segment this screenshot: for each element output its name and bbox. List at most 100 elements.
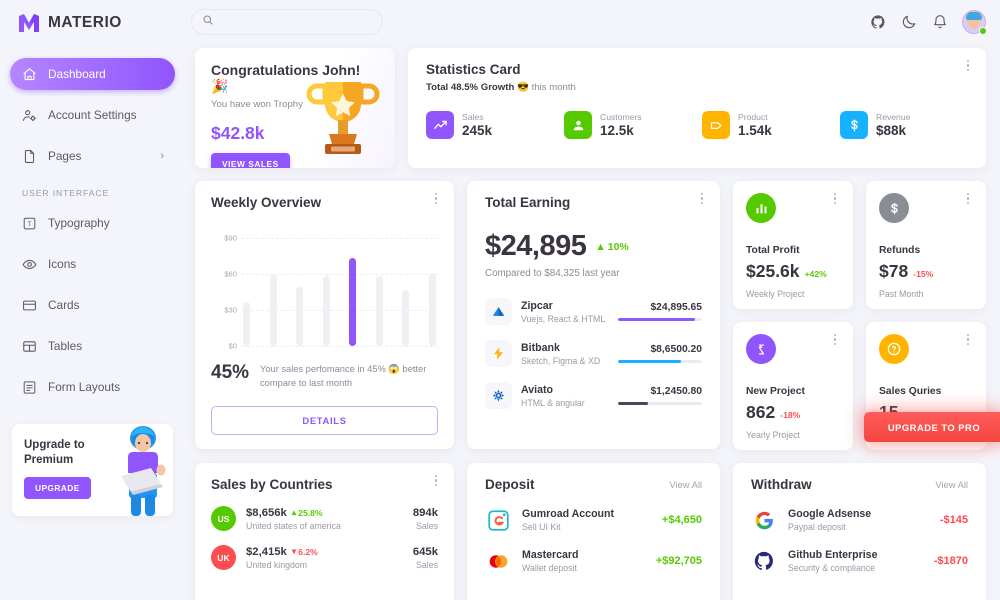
chart-bar[interactable] xyxy=(349,258,357,346)
new-project-menu[interactable] xyxy=(829,334,841,346)
row-top: Congratulations John! 🎉 You have won Tro… xyxy=(195,48,986,168)
country-delta: ▾ 6.2% xyxy=(292,546,318,557)
sidebar-item-icons[interactable]: Icons xyxy=(10,248,175,280)
total-earning-title: Total Earning xyxy=(485,195,571,210)
card-icon xyxy=(21,297,37,313)
search-input[interactable] xyxy=(220,16,372,28)
mini-value-row: $78 -15% xyxy=(879,261,973,282)
country-amount: $8,656k xyxy=(246,506,287,519)
country-sales: 894k Sales xyxy=(413,507,438,531)
person-icon xyxy=(564,111,592,139)
statistics-growth-text: Total 48.5% Growth xyxy=(426,82,515,93)
mastercard-icon xyxy=(485,548,511,574)
stat-label: Product xyxy=(738,112,768,122)
total-earning-list: Zipcar Vuejs, React & HTML $24,895.65 Bi… xyxy=(485,298,702,409)
bell-icon[interactable] xyxy=(931,13,949,31)
earning-amount: $8,6500.20 xyxy=(650,344,702,355)
sidebar-item-cards[interactable]: Cards xyxy=(10,289,175,321)
sales-queries-menu[interactable] xyxy=(962,334,974,346)
sidebar-item-dashboard[interactable]: Dashboard xyxy=(10,58,175,90)
country-sales-label: Sales xyxy=(415,559,438,570)
dollar-icon xyxy=(840,111,868,139)
total-profit-menu[interactable] xyxy=(829,193,841,205)
sidebar-item-label: Cards xyxy=(48,298,80,312)
sales-by-countries-card: Sales by Countries US $8,656k ▴ 25.8% Un… xyxy=(195,463,454,600)
sidebar-item-pages[interactable]: Pages › xyxy=(10,140,175,172)
chart-bar[interactable] xyxy=(375,276,383,346)
weekly-overview-card: Weekly Overview $0 $30 $60 $90 45% Your sal… xyxy=(195,181,454,449)
chart-bar[interactable] xyxy=(243,301,250,346)
details-button[interactable]: DETAILS xyxy=(211,405,438,435)
bar-chart-icon xyxy=(746,193,776,223)
girl-laptop-illustration xyxy=(113,424,171,516)
weekly-note: 45% Your sales perfomance in 45% 😱 bette… xyxy=(211,362,438,391)
weekly-overview-menu[interactable] xyxy=(430,193,442,205)
chevron-right-icon: › xyxy=(160,150,164,162)
deposit-amount: +$92,705 xyxy=(655,555,702,567)
mini-stats-column: Total Profit $25.6k +42% Weekly Project xyxy=(733,181,1000,450)
earning-progress-track xyxy=(618,360,702,363)
total-earning-amount: $24,895 xyxy=(485,230,587,262)
search-box[interactable] xyxy=(191,9,383,35)
deposit-view-all-link[interactable]: View All xyxy=(669,479,702,490)
sales-by-countries-menu[interactable] xyxy=(430,475,442,487)
total-earning-delta: ▲ 10% xyxy=(595,241,628,253)
earning-right: $24,895.65 xyxy=(618,302,702,321)
withdraw-view-all-link[interactable]: View All xyxy=(935,479,968,490)
sidebar-item-label: Typography xyxy=(48,216,110,230)
country-row: US $8,656k ▴ 25.8% United states of amer… xyxy=(211,506,438,531)
stat-value: 245k xyxy=(462,123,493,138)
sidebar: MATERIO Dashboard Account Settings Pages xyxy=(0,0,185,600)
arrow-down-icon: ▾ xyxy=(291,546,297,556)
weekly-percent: 45% xyxy=(211,362,250,383)
github-icon xyxy=(751,548,777,574)
withdraw-sub: Paypal deposit xyxy=(788,522,846,532)
sunglasses-emoji-icon: 😎 xyxy=(516,82,529,93)
chart-bar[interactable] xyxy=(296,287,304,346)
sidebar-item-form-layouts[interactable]: Form Layouts xyxy=(10,371,175,403)
earning-progress-track xyxy=(618,318,702,321)
withdraw-name: Github Enterprise xyxy=(788,549,878,561)
mini-sub: Past Month xyxy=(879,289,924,299)
withdraw-amount: -$1870 xyxy=(933,555,968,567)
upgrade-to-pro-button[interactable]: UPGRADE TO PRO xyxy=(864,412,1000,442)
svg-text:T: T xyxy=(27,221,31,228)
chart-bar[interactable] xyxy=(322,276,330,346)
view-sales-button[interactable]: VIEW SALES xyxy=(211,153,290,168)
earning-name: Zipcar xyxy=(521,299,553,312)
file-icon xyxy=(21,148,37,164)
chart-y-axis: $0 $30 $60 $90 xyxy=(211,226,237,351)
weekly-overview-title: Weekly Overview xyxy=(211,195,322,210)
chart-bar[interactable] xyxy=(269,274,277,346)
moon-icon[interactable] xyxy=(900,13,918,31)
statistics-card-menu[interactable] xyxy=(962,60,974,72)
country-name: United states of america xyxy=(246,520,341,531)
sidebar-item-account-settings[interactable]: Account Settings xyxy=(10,99,175,131)
refunds-menu[interactable] xyxy=(962,193,974,205)
deposit-row: Mastercard Wallet deposit +$92,705 xyxy=(485,548,702,574)
avatar[interactable] xyxy=(962,10,987,35)
github-icon[interactable] xyxy=(869,13,887,31)
sidebar-item-typography[interactable]: T Typography xyxy=(10,207,175,239)
sidebar-item-tables[interactable]: Tables xyxy=(10,330,175,362)
upgrade-button[interactable]: UPGRADE xyxy=(24,477,91,500)
total-earning-menu[interactable] xyxy=(696,193,708,205)
sidebar-upsell-card: Upgrade to Premium UPGRADE xyxy=(12,424,173,516)
mini-label: New Project xyxy=(746,386,805,397)
country-delta-value: 6.2% xyxy=(298,546,318,557)
chart-bar[interactable] xyxy=(428,272,436,346)
flag-us-icon: US xyxy=(211,506,236,531)
row-bottom: Sales by Countries US $8,656k ▴ 25.8% Un… xyxy=(195,463,986,600)
brand[interactable]: MATERIO xyxy=(0,0,185,46)
arrow-up-icon: ▴ xyxy=(291,507,297,517)
sidebar-item-label: Pages xyxy=(48,149,82,163)
chart-bar[interactable] xyxy=(402,289,410,346)
google-icon xyxy=(751,507,777,533)
status-badge xyxy=(979,27,987,35)
earning-progress-track xyxy=(618,402,702,405)
mini-delta: -18% xyxy=(780,410,801,420)
trending-up-icon xyxy=(426,111,454,139)
trophy-illustration xyxy=(301,72,385,164)
congratulations-card: Congratulations John! 🎉 You have won Tro… xyxy=(195,48,395,168)
earning-right: $1,2450.80 xyxy=(618,386,702,405)
